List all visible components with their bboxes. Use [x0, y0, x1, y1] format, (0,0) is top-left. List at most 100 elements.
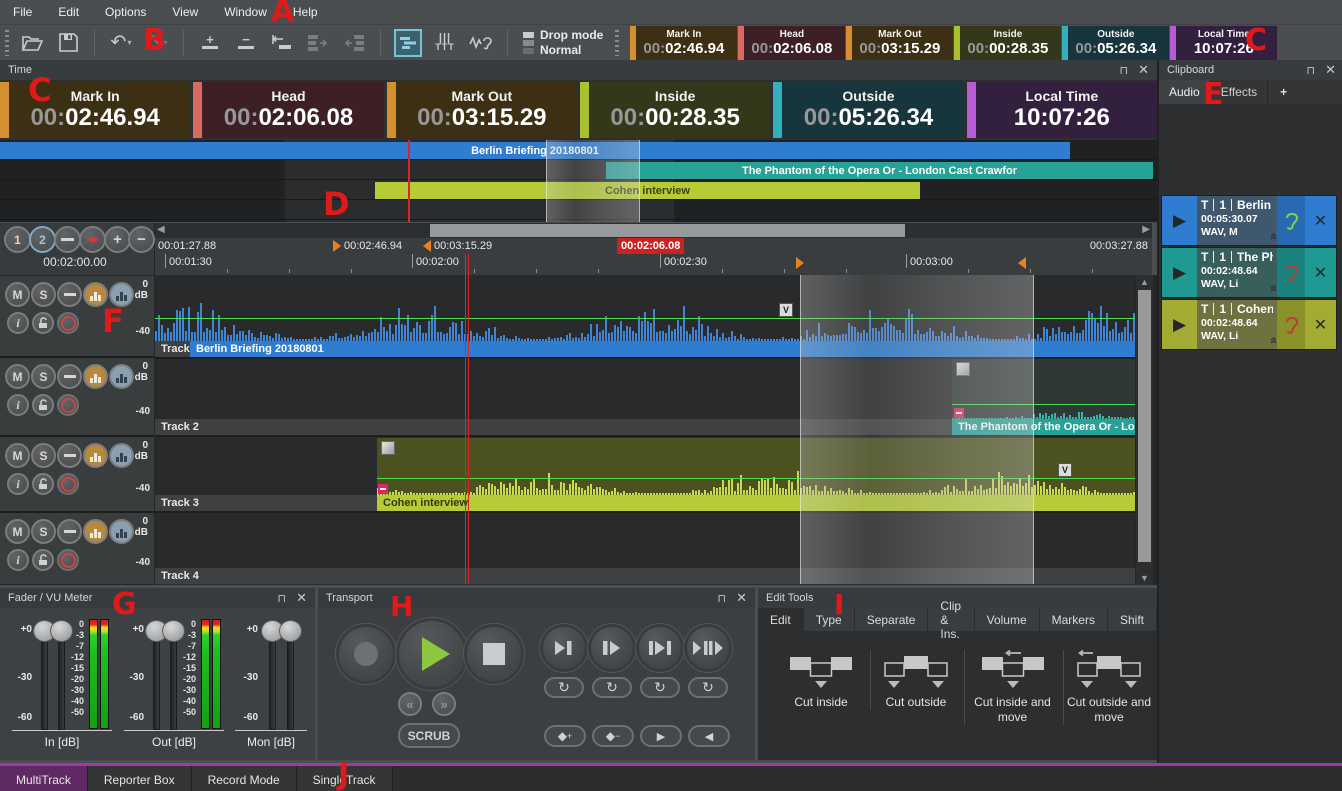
- track2-record-arm-button[interactable]: [57, 394, 79, 416]
- remove-clip-icon[interactable]: ✕: [1305, 300, 1336, 349]
- save-icon[interactable]: [55, 30, 81, 56]
- remove-marker-button[interactable]: ◆−: [592, 725, 634, 747]
- skip-back-button[interactable]: «: [398, 692, 422, 716]
- collapse-chevron-icon[interactable]: »: [1265, 287, 1277, 292]
- loop-in-marker-icon[interactable]: [796, 257, 804, 269]
- track3-volume-marker[interactable]: V: [1058, 463, 1072, 477]
- add-marker-button[interactable]: ◆+: [544, 725, 586, 747]
- project-overview[interactable]: Berlin Briefing 20180801 The Phantom of …: [0, 140, 1157, 222]
- loop-inside-icon[interactable]: ↻: [640, 677, 680, 698]
- track3-hide-button[interactable]: [57, 443, 82, 468]
- track2-wave-mode-button[interactable]: [109, 364, 134, 389]
- prelisten-ear-icon[interactable]: [1277, 300, 1305, 349]
- track3-clip-handle[interactable]: [381, 441, 395, 455]
- cut-inside-tool[interactable]: Cut inside: [776, 650, 866, 710]
- track3-clip-fade-marker[interactable]: [378, 484, 388, 494]
- mark-out-marker-icon[interactable]: [423, 240, 431, 252]
- stop-button[interactable]: [464, 624, 524, 684]
- clipboard-item-berlin[interactable]: ▶ T1Berlin 00:05:30.07 WAV, M » ✕: [1161, 195, 1337, 246]
- time-panel-pin-icon[interactable]: ⊓: [1120, 64, 1129, 77]
- mon-fader-right-knob[interactable]: [279, 620, 302, 642]
- zoom-to-selection-button[interactable]: ◀▶: [79, 226, 106, 253]
- collapse-chevron-icon[interactable]: »: [1265, 339, 1277, 344]
- toolbar-drag-handle-2[interactable]: [615, 30, 619, 56]
- loop-out-marker-icon[interactable]: [1018, 257, 1026, 269]
- track4-wave-mode-button[interactable]: [109, 519, 134, 544]
- track4-hide-button[interactable]: [57, 519, 82, 544]
- track-list-icon[interactable]: |||TTT: [432, 30, 458, 56]
- transport-pin-icon[interactable]: ⊓: [718, 592, 727, 605]
- track3-lock-button[interactable]: [32, 473, 54, 495]
- multitrack-view-icon[interactable]: [394, 29, 422, 57]
- vscroll-thumb[interactable]: [1138, 290, 1151, 562]
- track4-info-button[interactable]: i: [7, 549, 29, 571]
- track2-hide-button[interactable]: [57, 364, 82, 389]
- drop-mode-label[interactable]: Drop mode Normal: [540, 28, 603, 58]
- move-clip-left-icon[interactable]: [269, 30, 295, 56]
- tab-separate[interactable]: Separate: [855, 608, 929, 631]
- remove-clip-icon[interactable]: ✕: [1305, 196, 1336, 245]
- loop-play-from-icon[interactable]: ↻: [592, 677, 632, 698]
- cut-inside-move-tool[interactable]: Cut inside and move: [964, 650, 1060, 725]
- track2-mute-button[interactable]: M: [5, 364, 30, 389]
- prelisten-waveform-icon[interactable]: [468, 30, 494, 56]
- prelisten-ear-icon[interactable]: [1277, 248, 1305, 297]
- playhead-line-1[interactable]: [465, 254, 466, 584]
- tab-multitrack[interactable]: MultiTrack: [0, 766, 88, 791]
- mon-fader-right[interactable]: [287, 628, 294, 730]
- play-clip-icon[interactable]: ▶: [1162, 300, 1197, 349]
- play-clip-icon[interactable]: ▶: [1162, 248, 1197, 297]
- cut-outside-move-tool[interactable]: Cut outside and move: [1063, 650, 1154, 725]
- clipboard-pin-icon[interactable]: ⊓: [1307, 64, 1316, 77]
- fader-panel-pin-icon[interactable]: ⊓: [278, 592, 287, 605]
- track3-info-button[interactable]: i: [7, 473, 29, 495]
- time-panel-close-icon[interactable]: ✕: [1138, 62, 1149, 78]
- loop-outside-icon[interactable]: ↻: [688, 677, 728, 698]
- track4-solo-button[interactable]: S: [31, 519, 56, 544]
- play-to-mark-button[interactable]: [540, 624, 588, 672]
- tab-type[interactable]: Type: [804, 608, 855, 631]
- menu-options[interactable]: Options: [92, 0, 159, 24]
- track3-solo-button[interactable]: S: [31, 443, 56, 468]
- overview-clip-cohen[interactable]: Cohen interview: [375, 182, 920, 199]
- record-button[interactable]: [336, 624, 396, 684]
- track3-record-arm-button[interactable]: [57, 473, 79, 495]
- timeline-selection[interactable]: [800, 275, 1034, 584]
- hscroll-thumb[interactable]: [430, 224, 905, 237]
- overview-selection[interactable]: [546, 140, 640, 222]
- timeline-ruler[interactable]: ◀ ▶ 00:01:27.88 00:02:46.94 00:03:15.29 …: [155, 223, 1152, 275]
- menu-edit[interactable]: Edit: [45, 0, 92, 24]
- track2-lock-button[interactable]: [32, 394, 54, 416]
- clipboard-item-phantom[interactable]: ▶ T1The Ph 00:02:48.64 WAV, Li » ✕: [1161, 247, 1337, 298]
- menu-window[interactable]: Window: [211, 0, 280, 24]
- track3-mute-button[interactable]: M: [5, 443, 30, 468]
- track1-mute-button[interactable]: M: [5, 282, 30, 307]
- zoom-minus-button[interactable]: [54, 226, 81, 253]
- open-file-icon[interactable]: [19, 30, 45, 56]
- out-fader-left[interactable]: [153, 628, 160, 730]
- tab-clip-ins[interactable]: Clip & Ins.: [928, 608, 974, 631]
- tab-record-mode[interactable]: Record Mode: [192, 766, 297, 791]
- track2-info-button[interactable]: i: [7, 394, 29, 416]
- prelisten-ear-icon[interactable]: [1277, 196, 1305, 245]
- next-marker-button[interactable]: ▶: [640, 725, 682, 747]
- tab-edit[interactable]: Edit: [758, 608, 804, 631]
- hscroll-right-arrow-icon[interactable]: ▶: [1142, 224, 1150, 235]
- track2-solo-button[interactable]: S: [31, 364, 56, 389]
- zoom-preset-2-button[interactable]: 2: [29, 226, 56, 253]
- ungroup-clips-icon[interactable]: [341, 30, 367, 56]
- prev-marker-button[interactable]: ◀: [688, 725, 730, 747]
- tracks-vscrollbar[interactable]: ▲ ▼: [1136, 275, 1153, 585]
- track4-mute-button[interactable]: M: [5, 519, 30, 544]
- menu-view[interactable]: View: [159, 0, 211, 24]
- vscroll-down-arrow-icon[interactable]: ▼: [1136, 571, 1153, 585]
- track4-meter-mode-button[interactable]: [83, 519, 108, 544]
- track1-info-button[interactable]: i: [7, 312, 29, 334]
- zoom-out-button[interactable]: −: [128, 226, 155, 253]
- in-fader-left[interactable]: [41, 628, 48, 730]
- toolbar-drag-handle[interactable]: [5, 30, 9, 56]
- undo-icon[interactable]: ↶▾: [108, 30, 134, 56]
- group-clips-icon[interactable]: [305, 30, 331, 56]
- timeline-hscrollbar[interactable]: ◀ ▶: [155, 223, 1152, 238]
- fader-panel-close-icon[interactable]: ✕: [296, 590, 307, 606]
